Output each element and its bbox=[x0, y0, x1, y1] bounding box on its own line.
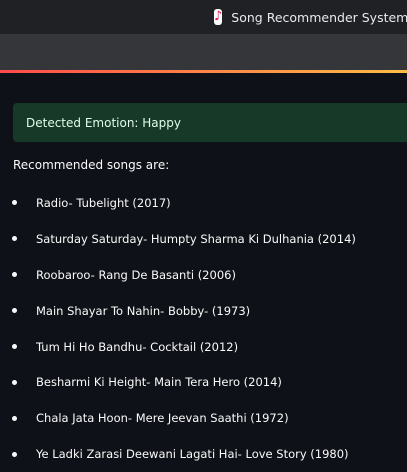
list-item: Saturday Saturday- Humpty Sharma Ki Dulh… bbox=[0, 221, 407, 257]
list-item: Besharmi Ki Height- Main Tera Hero (2014… bbox=[0, 364, 407, 400]
list-item: Tum Hi Ho Bandhu- Cocktail (2012) bbox=[0, 329, 407, 365]
bullet-icon bbox=[12, 308, 17, 314]
browser-tab[interactable]: ♪ Song Recommender System bbox=[206, 0, 407, 34]
bullet-icon bbox=[12, 451, 17, 457]
list-item: Ye Ladki Zarasi Deewani Lagati Hai- Love… bbox=[0, 436, 407, 472]
song-title: Chala Jata Hoon- Mere Jeevan Saathi (197… bbox=[36, 411, 289, 426]
list-item: Radio- Tubelight (2017) bbox=[0, 185, 407, 221]
music-note-icon: ♪ bbox=[214, 9, 223, 25]
song-list: Radio- Tubelight (2017) Saturday Saturda… bbox=[0, 185, 407, 472]
success-alert: Detected Emotion: Happy bbox=[13, 103, 407, 142]
browser-toolbar bbox=[0, 34, 407, 70]
header-decoration-bar bbox=[0, 70, 407, 73]
song-title: Besharmi Ki Height- Main Tera Hero (2014… bbox=[36, 375, 282, 390]
bullet-icon bbox=[12, 379, 17, 385]
list-item: Main Shayar To Nahin- Bobby- (1973) bbox=[0, 293, 407, 329]
bullet-icon bbox=[12, 236, 17, 242]
song-title: Main Shayar To Nahin- Bobby- (1973) bbox=[36, 303, 251, 318]
song-title: Tum Hi Ho Bandhu- Cocktail (2012) bbox=[36, 339, 239, 354]
song-title: Ye Ladki Zarasi Deewani Lagati Hai- Love… bbox=[36, 447, 349, 462]
list-item: Roobaroo- Rang De Basanti (2006) bbox=[0, 257, 407, 293]
browser-tab-bar: ♪ Song Recommender System bbox=[0, 0, 407, 34]
bullet-icon bbox=[12, 200, 17, 206]
bullet-icon bbox=[12, 344, 17, 349]
song-title: Roobaroo- Rang De Basanti (2006) bbox=[36, 267, 236, 282]
bullet-icon bbox=[12, 272, 17, 278]
song-title: Radio- Tubelight (2017) bbox=[36, 195, 171, 210]
detected-emotion-text: Detected Emotion: Happy bbox=[26, 115, 181, 130]
list-item: Chala Jata Hoon- Mere Jeevan Saathi (197… bbox=[0, 400, 407, 436]
bullet-icon bbox=[12, 415, 17, 421]
recommended-heading: Recommended songs are: bbox=[13, 158, 170, 172]
song-title: Saturday Saturday- Humpty Sharma Ki Dulh… bbox=[36, 231, 356, 246]
tab-title: Song Recommender System bbox=[231, 9, 407, 25]
